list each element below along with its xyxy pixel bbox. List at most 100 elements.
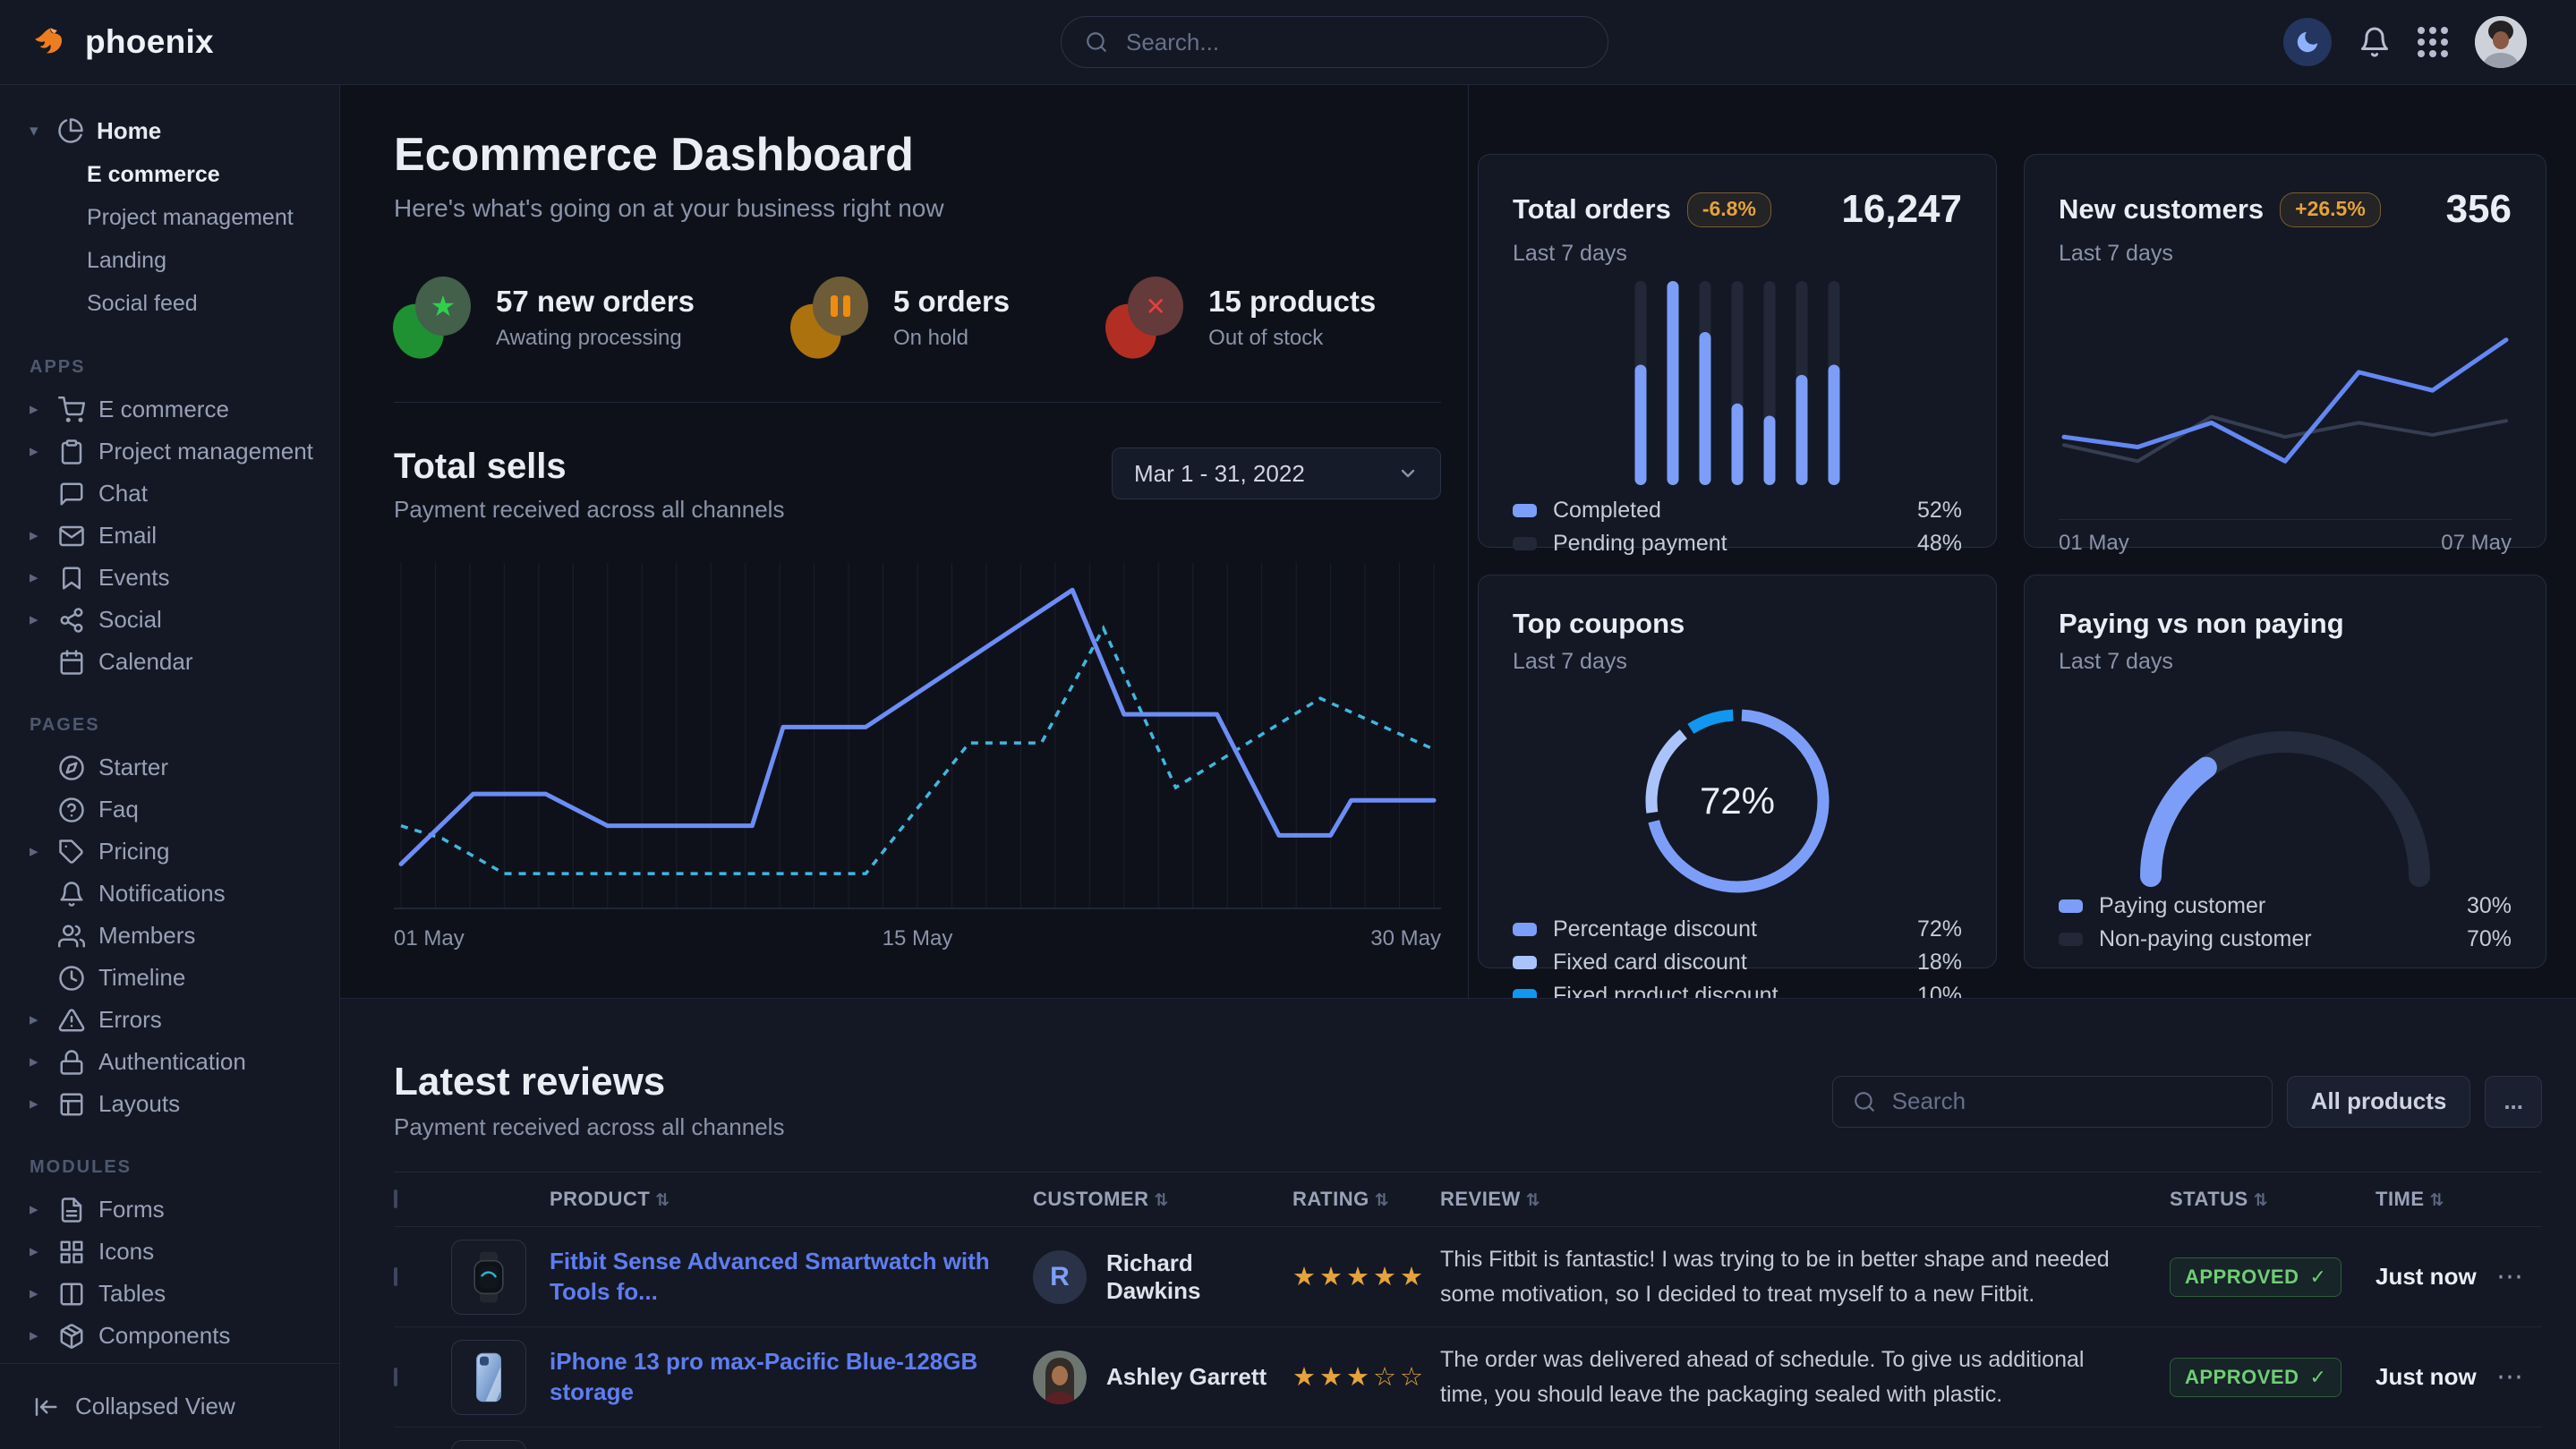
- total-orders-value: 16,247: [1841, 187, 1962, 232]
- reviews-table: PRODUCT⇅CUSTOMER⇅RATING⇅REVIEW⇅STATUS⇅TI…: [394, 1172, 2542, 1449]
- lock-icon: [58, 1049, 85, 1076]
- notifications-button[interactable]: [2358, 26, 2391, 58]
- product-link[interactable]: iPhone 13 pro max-Pacific Blue-128GB sto…: [550, 1347, 1033, 1408]
- bookmark-icon: [58, 565, 85, 592]
- sidebar-item-label: Pricing: [98, 838, 169, 865]
- stat-blob-icon: [791, 277, 870, 359]
- navbar-actions: [2283, 16, 2527, 68]
- sidebar-item-calendar[interactable]: Calendar: [30, 641, 339, 683]
- apps-menu-button[interactable]: [2418, 27, 2448, 57]
- sidebar-item-components[interactable]: ▸Components: [30, 1315, 339, 1357]
- product-image: [451, 1240, 526, 1315]
- profile-avatar[interactable]: [2475, 16, 2527, 68]
- sidebar-item-layouts[interactable]: ▸Layouts: [30, 1083, 339, 1125]
- rating-stars: ★★★★★: [1292, 1261, 1440, 1292]
- sort-icon: ⇅: [2254, 1191, 2268, 1210]
- sidebar-item-members[interactable]: Members: [30, 915, 339, 957]
- row-more-button[interactable]: ⋯: [2496, 1261, 2541, 1292]
- sidebar-item-errors[interactable]: ▸Errors: [30, 999, 339, 1041]
- moon-icon: [2294, 29, 2321, 55]
- sidebar-item-label: Social: [98, 606, 162, 634]
- sidebar-item-forms[interactable]: ▸Forms: [30, 1189, 339, 1231]
- legend-value: 52%: [1917, 498, 1962, 524]
- sidebar-item-e-commerce[interactable]: ▸E commerce: [30, 388, 339, 430]
- product-link[interactable]: Fitbit Sense Advanced Smartwatch with To…: [550, 1247, 1033, 1308]
- new-customers-badge: +26.5%: [2280, 192, 2381, 227]
- sidebar-item-e-commerce[interactable]: E commerce: [87, 153, 339, 196]
- sidebar-item-chat[interactable]: Chat: [30, 473, 339, 515]
- column-header-rating[interactable]: RATING⇅: [1292, 1188, 1440, 1211]
- total-sells-header: Total sells Payment received across all …: [394, 447, 1441, 524]
- sidebar-item-label: Calendar: [98, 648, 193, 676]
- sidebar-item-starter[interactable]: Starter: [30, 746, 339, 788]
- sidebar-item-project-management[interactable]: Project management: [87, 196, 339, 239]
- shopping-cart-icon: [58, 396, 85, 423]
- stat-blob-icon: ✕: [1106, 277, 1185, 359]
- chevron-right-icon: ▸: [30, 841, 45, 862]
- legend-swatch: [1513, 537, 1537, 550]
- legend-item-completed: Completed 52%: [1513, 494, 1962, 527]
- sidebar-item-label: Components: [98, 1322, 230, 1350]
- phoenix-logo-icon: [30, 21, 71, 63]
- sidebar-item-authentication[interactable]: ▸Authentication: [30, 1041, 339, 1083]
- stat-title: 15 products: [1208, 285, 1376, 319]
- clipboard-icon: [58, 439, 85, 465]
- x-label-start: 01 May: [2059, 531, 2129, 556]
- sidebar-item-pricing[interactable]: ▸ Pricing: [30, 831, 339, 873]
- reviews-subtitle: Payment received across all channels: [394, 1113, 784, 1141]
- column-header-review[interactable]: REVIEW⇅: [1440, 1188, 2170, 1211]
- row-checkbox[interactable]: [394, 1368, 397, 1386]
- dark-mode-toggle[interactable]: [2283, 18, 2332, 66]
- sidebar-item-project-management[interactable]: ▸Project management: [30, 430, 339, 473]
- brand-logo[interactable]: phoenix: [30, 21, 214, 63]
- paying-gauge-chart: [2124, 711, 2446, 890]
- row-more-button[interactable]: ⋯: [2496, 1361, 2541, 1393]
- sidebar-item-events[interactable]: ▸Events: [30, 557, 339, 599]
- top-coupons-subtitle: Last 7 days: [1513, 649, 1962, 675]
- legend-label: Completed: [1553, 498, 1661, 524]
- sidebar-item-label: Chat: [98, 480, 148, 507]
- chevron-down-icon: [1397, 463, 1419, 484]
- all-products-button[interactable]: All products: [2287, 1076, 2471, 1128]
- global-search[interactable]: [1061, 16, 1608, 68]
- mail-icon: [58, 523, 85, 550]
- stat-title: 57 new orders: [496, 285, 695, 319]
- table-row: iPhone 13 pro max-Pacific Blue-128GB sto…: [394, 1327, 2542, 1428]
- new-customers-value: 356: [2446, 187, 2512, 232]
- reviews-controls: All products ...: [1832, 1076, 2542, 1128]
- sidebar-item-faq[interactable]: Faq: [30, 788, 339, 831]
- reviews-search-input[interactable]: [1890, 1087, 2252, 1116]
- stat-subtitle: Out of stock: [1208, 326, 1376, 351]
- sidebar-item-social[interactable]: ▸Social: [30, 599, 339, 641]
- sidebar-item-landing[interactable]: Landing: [87, 239, 339, 282]
- sidebar-item-social-feed[interactable]: Social feed: [87, 282, 339, 325]
- status-badge: APPROVED ✓: [2170, 1257, 2341, 1297]
- chevron-right-icon: ▸: [30, 1241, 45, 1262]
- sidebar-item-timeline[interactable]: Timeline: [30, 957, 339, 999]
- select-all-checkbox[interactable]: [394, 1189, 397, 1208]
- column-header-time[interactable]: TIME⇅: [2376, 1188, 2496, 1211]
- column-header-status[interactable]: STATUS⇅: [2170, 1188, 2376, 1211]
- tag-icon: [58, 839, 85, 865]
- legend-label: Pending payment: [1553, 531, 1727, 557]
- new-customers-card: New customers +26.5% 356 Last 7 days 01 …: [2024, 154, 2546, 548]
- total-orders-subtitle: Last 7 days: [1513, 241, 1962, 267]
- row-checkbox[interactable]: [394, 1267, 397, 1286]
- sidebar-item-icons[interactable]: ▸Icons: [30, 1231, 339, 1273]
- sidebar-item-notifications[interactable]: Notifications: [30, 873, 339, 915]
- legend-value: 48%: [1917, 531, 1962, 557]
- sidebar-item-email[interactable]: ▸Email: [30, 515, 339, 557]
- sidebar-item-label: Members: [98, 922, 195, 950]
- column-header-customer[interactable]: CUSTOMER⇅: [1033, 1188, 1292, 1211]
- nine-dots-icon: [2418, 27, 2448, 57]
- sidebar-item-label: Notifications: [98, 880, 226, 908]
- date-range-select[interactable]: Mar 1 - 31, 2022: [1112, 447, 1441, 499]
- sidebar-item-home[interactable]: ▾ Home: [30, 108, 339, 153]
- sidebar-item-tables[interactable]: ▸Tables: [30, 1273, 339, 1315]
- column-header-product[interactable]: PRODUCT⇅: [550, 1188, 1033, 1211]
- more-options-button[interactable]: ...: [2485, 1076, 2542, 1128]
- reviews-search[interactable]: [1832, 1076, 2273, 1128]
- collapse-view-toggle[interactable]: Collapsed View: [0, 1363, 339, 1449]
- global-search-input[interactable]: [1124, 28, 1584, 57]
- x-label-end: 07 May: [2441, 531, 2512, 556]
